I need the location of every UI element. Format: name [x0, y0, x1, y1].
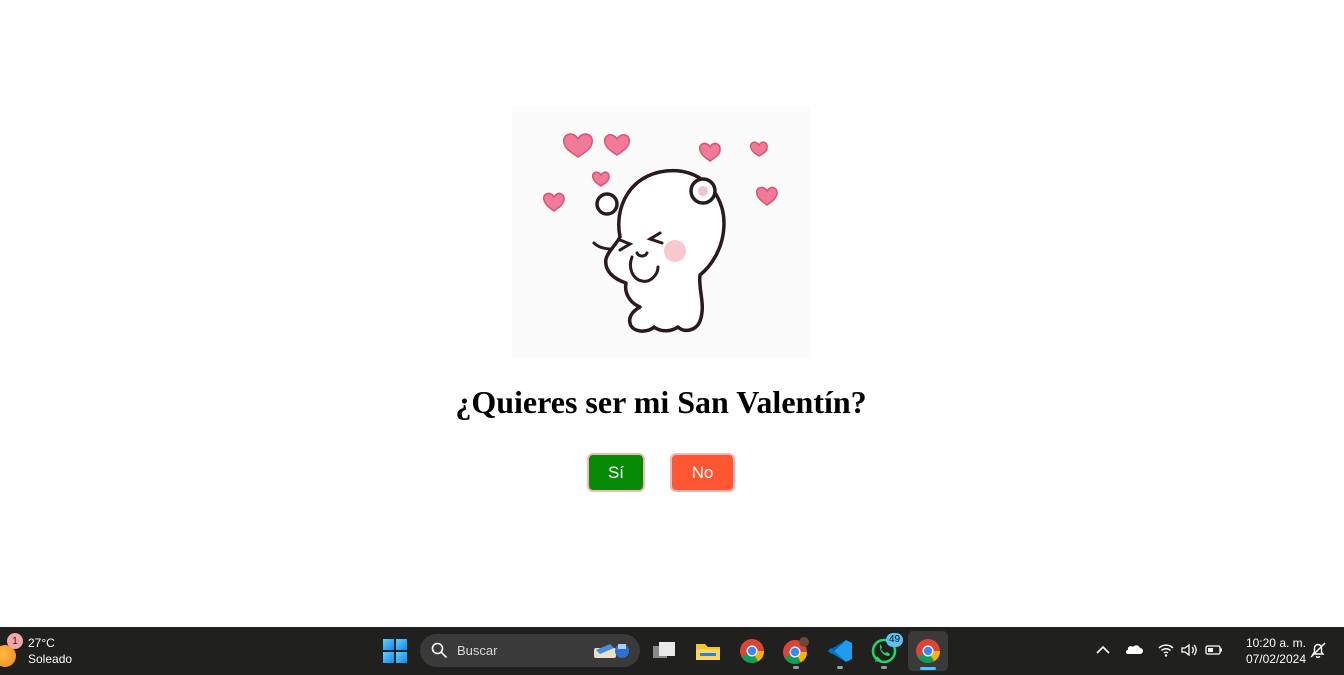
browser-page: ¿Quieres ser mi San Valentín? Sí No [0, 0, 1344, 627]
weather-condition: Soleado [28, 652, 73, 666]
search-input[interactable]: Buscar [420, 634, 640, 667]
no-button[interactable]: No [670, 453, 735, 492]
heart-icon [755, 186, 778, 206]
bear-with-hearts-illustration [542, 133, 778, 333]
heart-icon [698, 142, 721, 162]
wifi-icon[interactable] [1157, 641, 1175, 659]
task-view-icon[interactable] [648, 635, 680, 667]
whatsapp-unread-badge: 49 [886, 633, 904, 647]
heart-icon [749, 141, 768, 157]
heart-icon [604, 134, 630, 156]
chrome-active-icon[interactable] [908, 631, 948, 671]
search-icon [431, 642, 447, 658]
whatsapp-icon[interactable]: 49 [868, 633, 904, 669]
clock-date: 07/02/2024 [1245, 652, 1306, 666]
vscode-icon[interactable] [824, 635, 856, 669]
bear-image [512, 107, 810, 358]
weather-widget[interactable]: 1 27°C Soleado [0, 633, 90, 669]
heart-icon [591, 171, 610, 187]
clock-time: 10:20 a. m. [1245, 636, 1306, 650]
volume-icon[interactable] [1180, 641, 1198, 659]
notification-bell-icon[interactable] [1309, 641, 1327, 659]
taskbar: 1 27°C Soleado Buscar 49 10:20 a. m. 07/… [0, 627, 1344, 675]
weather-temperature: 27°C [28, 636, 55, 650]
battery-icon[interactable] [1205, 641, 1223, 659]
file-explorer-icon[interactable] [692, 635, 724, 667]
search-placeholder: Buscar [457, 643, 498, 658]
question-heading: ¿Quieres ser mi San Valentín? [455, 384, 867, 420]
chevron-up-icon[interactable] [1094, 641, 1112, 659]
system-clock[interactable]: 10:20 a. m. 07/02/2024 [1234, 635, 1306, 667]
yes-button[interactable]: Sí [587, 453, 645, 492]
weather-badge: 1 [7, 633, 23, 649]
search-highlight-icon [594, 644, 629, 658]
chrome-profile-icon[interactable] [780, 635, 812, 669]
start-icon[interactable] [383, 639, 407, 663]
heart-icon [542, 192, 565, 212]
heart-icon [563, 133, 593, 158]
onedrive-icon[interactable] [1125, 641, 1143, 659]
chrome-icon[interactable] [736, 635, 768, 667]
